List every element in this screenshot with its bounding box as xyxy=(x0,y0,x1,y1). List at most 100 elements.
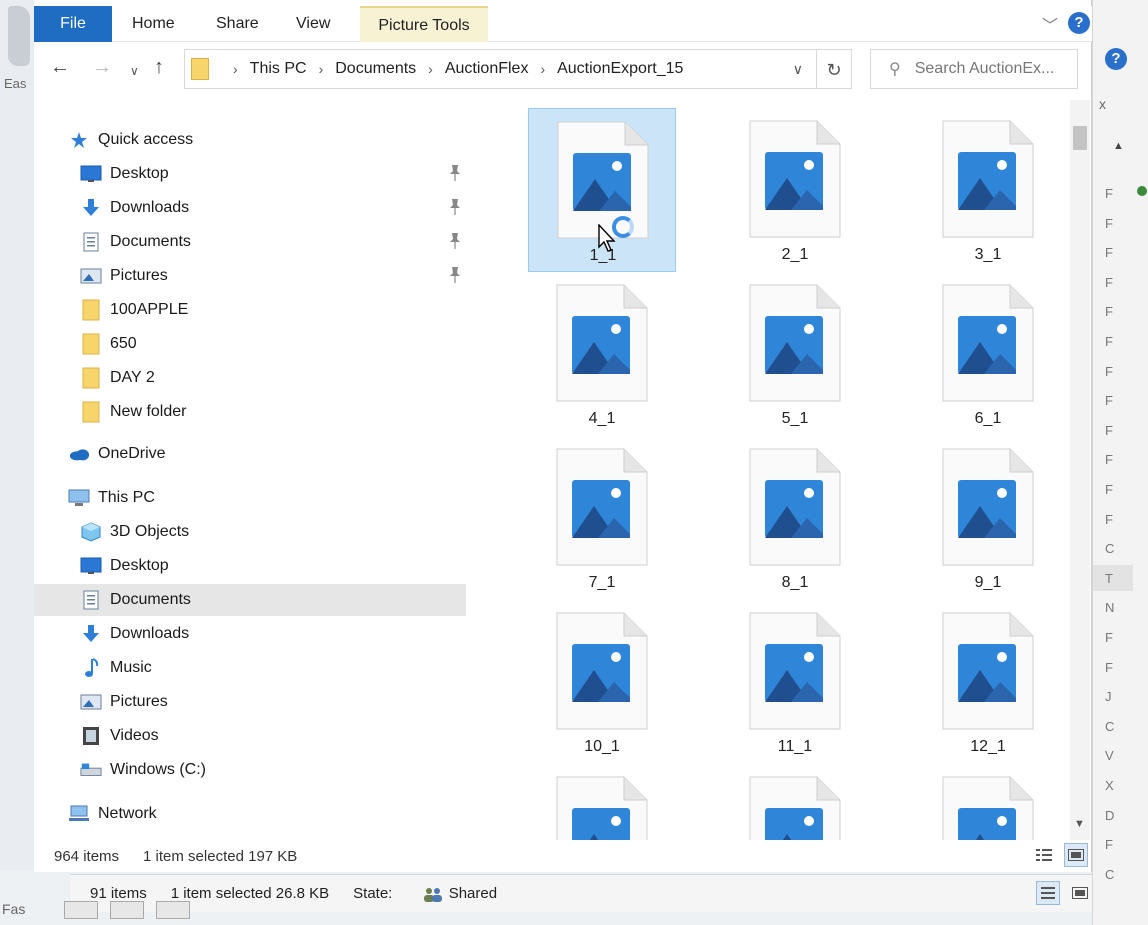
file-name: 9_1 xyxy=(974,574,1002,591)
sidebar-item-quick-access[interactable]: Quick access xyxy=(34,124,466,156)
search-input[interactable]: ⚲ Search AuctionEx... xyxy=(870,49,1078,89)
sidebar-item-650[interactable]: 650 xyxy=(34,328,466,360)
file-item[interactable]: 6_1 xyxy=(914,272,1062,436)
file-item[interactable] xyxy=(914,764,1062,840)
scroll-down-icon[interactable]: ▼ xyxy=(1074,818,1085,830)
file-item[interactable]: 3_1 xyxy=(914,108,1062,272)
background-letter: F xyxy=(1105,630,1113,645)
folder-icon xyxy=(191,58,209,80)
busy-spinner-icon xyxy=(612,216,634,238)
sidebar-item-day-2[interactable]: DAY 2 xyxy=(34,362,466,394)
file-item[interactable]: 8_1 xyxy=(721,436,869,600)
file-item[interactable]: 7_1 xyxy=(528,436,676,600)
sidebar-item-music[interactable]: Music xyxy=(34,652,466,684)
forward-arrow-icon[interactable]: → xyxy=(92,56,112,79)
nav-item-label: Desktop xyxy=(110,557,169,574)
details-view-icon[interactable] xyxy=(1036,881,1060,905)
music-icon xyxy=(80,658,102,678)
documents-icon xyxy=(80,590,102,610)
file-item[interactable]: 4_1 xyxy=(528,272,676,436)
breadcrumb-documents[interactable]: Documents xyxy=(335,60,416,78)
breadcrumb-this-pc[interactable]: This PC xyxy=(250,60,307,78)
file-item[interactable] xyxy=(721,764,869,840)
documents-icon xyxy=(80,232,102,252)
file-item[interactable]: 10_1 xyxy=(528,600,676,764)
up-arrow-icon[interactable]: ↑ xyxy=(154,56,164,79)
sidebar-item-documents[interactable]: Documents xyxy=(34,226,466,258)
pin-icon[interactable] xyxy=(448,232,462,250)
refresh-icon[interactable]: ↻ xyxy=(816,49,852,89)
image-file-icon xyxy=(556,776,648,840)
file-item[interactable]: 5_1 xyxy=(721,272,869,436)
file-item[interactable] xyxy=(528,764,676,840)
tab-share[interactable]: Share xyxy=(202,6,273,42)
sidebar-item-downloads[interactable]: Downloads xyxy=(34,618,466,650)
sidebar-item-pictures[interactable]: Pictures xyxy=(34,260,466,292)
taskbar-button[interactable] xyxy=(110,901,144,919)
taskbar-button[interactable] xyxy=(64,901,98,919)
background-letter: F xyxy=(1105,837,1113,853)
breadcrumb-separator-icon[interactable]: › xyxy=(233,61,238,77)
file-name: 12_1 xyxy=(970,738,1006,755)
file-item[interactable]: 11_1 xyxy=(721,600,869,764)
sidebar-item-downloads[interactable]: Downloads xyxy=(34,192,466,224)
file-item[interactable]: 9_1 xyxy=(914,436,1062,600)
background-letter: F xyxy=(1105,274,1113,290)
address-bar[interactable]: › This PC › Documents › AuctionFlex › Au… xyxy=(184,49,852,89)
details-view-icon[interactable] xyxy=(1032,843,1056,867)
background-letter: V xyxy=(1105,748,1114,764)
breadcrumb-separator-icon[interactable]: › xyxy=(540,61,545,77)
tab-view[interactable]: View xyxy=(282,6,344,42)
scrollbar-thumb[interactable] xyxy=(1073,126,1087,150)
sidebar-item-3d-objects[interactable]: 3D Objects xyxy=(34,516,466,548)
pin-icon[interactable] xyxy=(448,198,462,216)
back-arrow-icon[interactable]: ← xyxy=(50,56,70,79)
tab-home[interactable]: Home xyxy=(118,6,189,42)
vertical-scrollbar[interactable]: ▼ xyxy=(1070,100,1090,840)
nav-item-label: OneDrive xyxy=(98,445,166,462)
breadcrumb-auctionflex[interactable]: AuctionFlex xyxy=(445,60,529,78)
sidebar-item-this-pc[interactable]: This PC xyxy=(34,482,466,514)
breadcrumb-separator-icon[interactable]: › xyxy=(428,61,433,77)
image-file-icon xyxy=(556,284,648,402)
taskbar-button[interactable] xyxy=(156,901,190,919)
sidebar-item-pictures[interactable]: Pictures xyxy=(34,686,466,718)
ribbon-expand-chevron-icon[interactable]: ﹀ xyxy=(1042,12,1058,36)
sidebar-item-desktop[interactable]: Desktop xyxy=(34,550,466,582)
pin-icon[interactable] xyxy=(448,164,462,182)
sidebar-item-videos[interactable]: Videos xyxy=(34,720,466,752)
breadcrumb-auctionexport[interactable]: AuctionExport_15 xyxy=(557,60,683,78)
videos-icon xyxy=(80,726,102,746)
sidebar-item-windows-c-[interactable]: Windows (C:) xyxy=(34,754,466,786)
background-view-switcher xyxy=(1036,881,1092,905)
address-dropdown-chevron-icon[interactable]: ∨ xyxy=(793,61,803,78)
sidebar-item-documents[interactable]: Documents xyxy=(34,584,466,616)
image-file-icon xyxy=(942,612,1034,730)
nav-item-label: Videos xyxy=(110,727,159,744)
help-icon[interactable]: ? xyxy=(1068,12,1090,34)
tab-picture-tools[interactable]: Picture Tools xyxy=(360,6,488,42)
breadcrumb-separator-icon[interactable]: › xyxy=(319,61,324,77)
recent-locations-chevron-icon[interactable]: ∨ xyxy=(130,64,139,78)
tab-file[interactable]: File xyxy=(34,6,112,42)
pictures-icon xyxy=(80,692,102,712)
pin-icon[interactable] xyxy=(448,266,462,284)
sidebar-item-onedrive[interactable]: OneDrive xyxy=(34,438,466,470)
file-item[interactable]: 12_1 xyxy=(914,600,1062,764)
search-placeholder: Search AuctionEx... xyxy=(914,60,1055,77)
sidebar-item-new-folder[interactable]: New folder xyxy=(34,396,466,428)
nav-item-label: 650 xyxy=(110,335,137,352)
sidebar-item-desktop[interactable]: Desktop xyxy=(34,158,466,190)
folder-icon xyxy=(80,367,102,389)
large-icons-view-icon[interactable] xyxy=(1064,843,1088,867)
file-item[interactable]: 2_1 xyxy=(721,108,869,272)
nav-item-label: Downloads xyxy=(110,199,190,216)
image-file-icon xyxy=(556,612,648,730)
sidebar-item-100apple[interactable]: 100APPLE xyxy=(34,294,466,326)
background-letter: F xyxy=(1105,422,1113,438)
sidebar-item-network[interactable]: Network xyxy=(34,798,466,830)
nav-item-label: This PC xyxy=(98,489,155,506)
file-explorer-window: File Home Share View Picture Tools ﹀ ? ←… xyxy=(34,0,1092,872)
large-icons-view-icon[interactable] xyxy=(1068,881,1092,905)
nav-item-label: DAY 2 xyxy=(110,369,155,386)
